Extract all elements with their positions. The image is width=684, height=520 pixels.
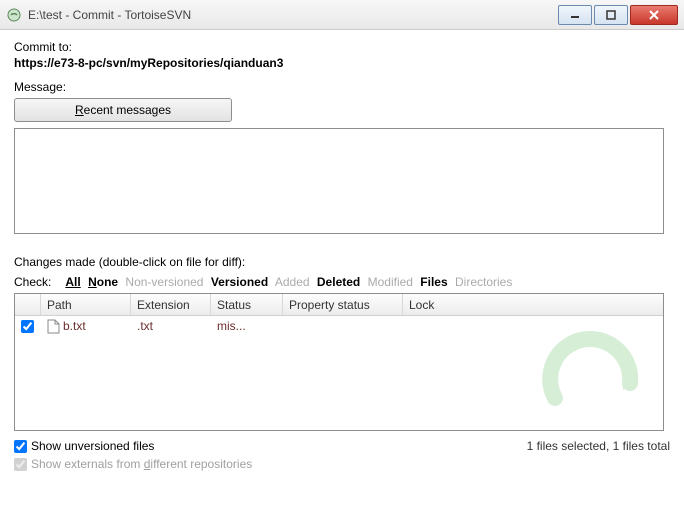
filter-all[interactable]: All <box>65 275 80 289</box>
show-externals-input <box>14 458 27 471</box>
status-count: 1 files selected, 1 files total <box>527 439 670 453</box>
filter-check-label: Check: <box>14 275 51 289</box>
recent-btn-rest: ecent messages <box>84 103 171 117</box>
column-property-status[interactable]: Property status <box>283 294 403 315</box>
filter-versioned[interactable]: Versioned <box>211 275 268 289</box>
tortoise-logo-icon <box>535 328 655 428</box>
show-unversioned-input[interactable] <box>14 440 27 453</box>
filter-directories[interactable]: Directories <box>455 275 512 289</box>
show-unversioned-label: Show unversioned files <box>31 439 154 453</box>
filter-row: Check: All None Non-versioned Versioned … <box>14 275 670 289</box>
changes-label: Changes made (double-click on file for d… <box>14 255 670 269</box>
filter-deleted[interactable]: Deleted <box>317 275 360 289</box>
file-icon <box>47 319 60 334</box>
file-list-body: b.txt .txt mis... <box>15 316 663 430</box>
row-path: b.txt <box>63 319 86 333</box>
commit-message-input[interactable] <box>14 128 664 234</box>
commit-to-label: Commit to: <box>14 40 670 54</box>
column-lock[interactable]: Lock <box>403 294 663 315</box>
filter-added[interactable]: Added <box>275 275 310 289</box>
column-path[interactable]: Path <box>41 294 131 315</box>
app-icon <box>6 7 22 23</box>
filter-files[interactable]: Files <box>420 275 447 289</box>
filter-nonversioned[interactable]: Non-versioned <box>125 275 203 289</box>
show-unversioned-checkbox[interactable]: Show unversioned files <box>14 437 527 455</box>
bottom-row: Show unversioned files Show externals fr… <box>14 437 670 473</box>
close-button[interactable] <box>630 5 678 25</box>
column-checkbox[interactable] <box>15 294 41 315</box>
message-label: Message: <box>14 80 670 94</box>
filter-none[interactable]: None <box>88 275 118 289</box>
titlebar: E:\test - Commit - TortoiseSVN <box>0 0 684 30</box>
filter-modified[interactable]: Modified <box>368 275 413 289</box>
row-extension: .txt <box>131 319 211 333</box>
show-externals-label: Show externals from different repositori… <box>31 457 252 471</box>
window-title: E:\test - Commit - TortoiseSVN <box>28 8 556 22</box>
commit-url: https://e73-8-pc/svn/myRepositories/qian… <box>14 56 670 70</box>
row-checkbox[interactable] <box>21 320 34 333</box>
show-externals-checkbox: Show externals from different repositori… <box>14 455 527 473</box>
body: Commit to: https://e73-8-pc/svn/myReposi… <box>0 30 684 483</box>
minimize-button[interactable] <box>558 5 592 25</box>
file-list-header: Path Extension Status Property status Lo… <box>15 294 663 316</box>
file-list: Path Extension Status Property status Lo… <box>14 293 664 431</box>
column-extension[interactable]: Extension <box>131 294 211 315</box>
row-status: mis... <box>211 319 283 333</box>
maximize-button[interactable] <box>594 5 628 25</box>
recent-messages-button[interactable]: Recent messages <box>14 98 232 122</box>
column-status[interactable]: Status <box>211 294 283 315</box>
